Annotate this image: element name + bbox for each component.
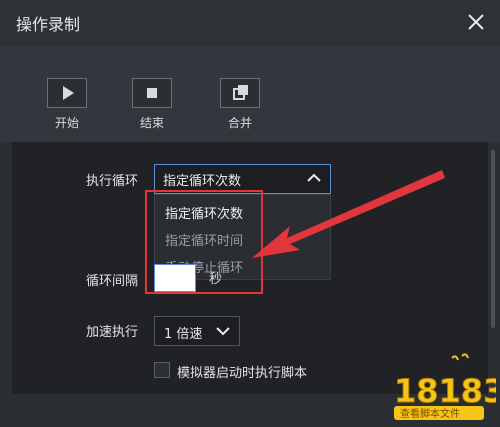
svg-text:18183: 18183 xyxy=(394,372,496,410)
svg-text:查看脚本文件: 查看脚本文件 xyxy=(400,407,460,420)
brand-watermark-logo: 18183 查看脚本文件 xyxy=(392,352,500,422)
